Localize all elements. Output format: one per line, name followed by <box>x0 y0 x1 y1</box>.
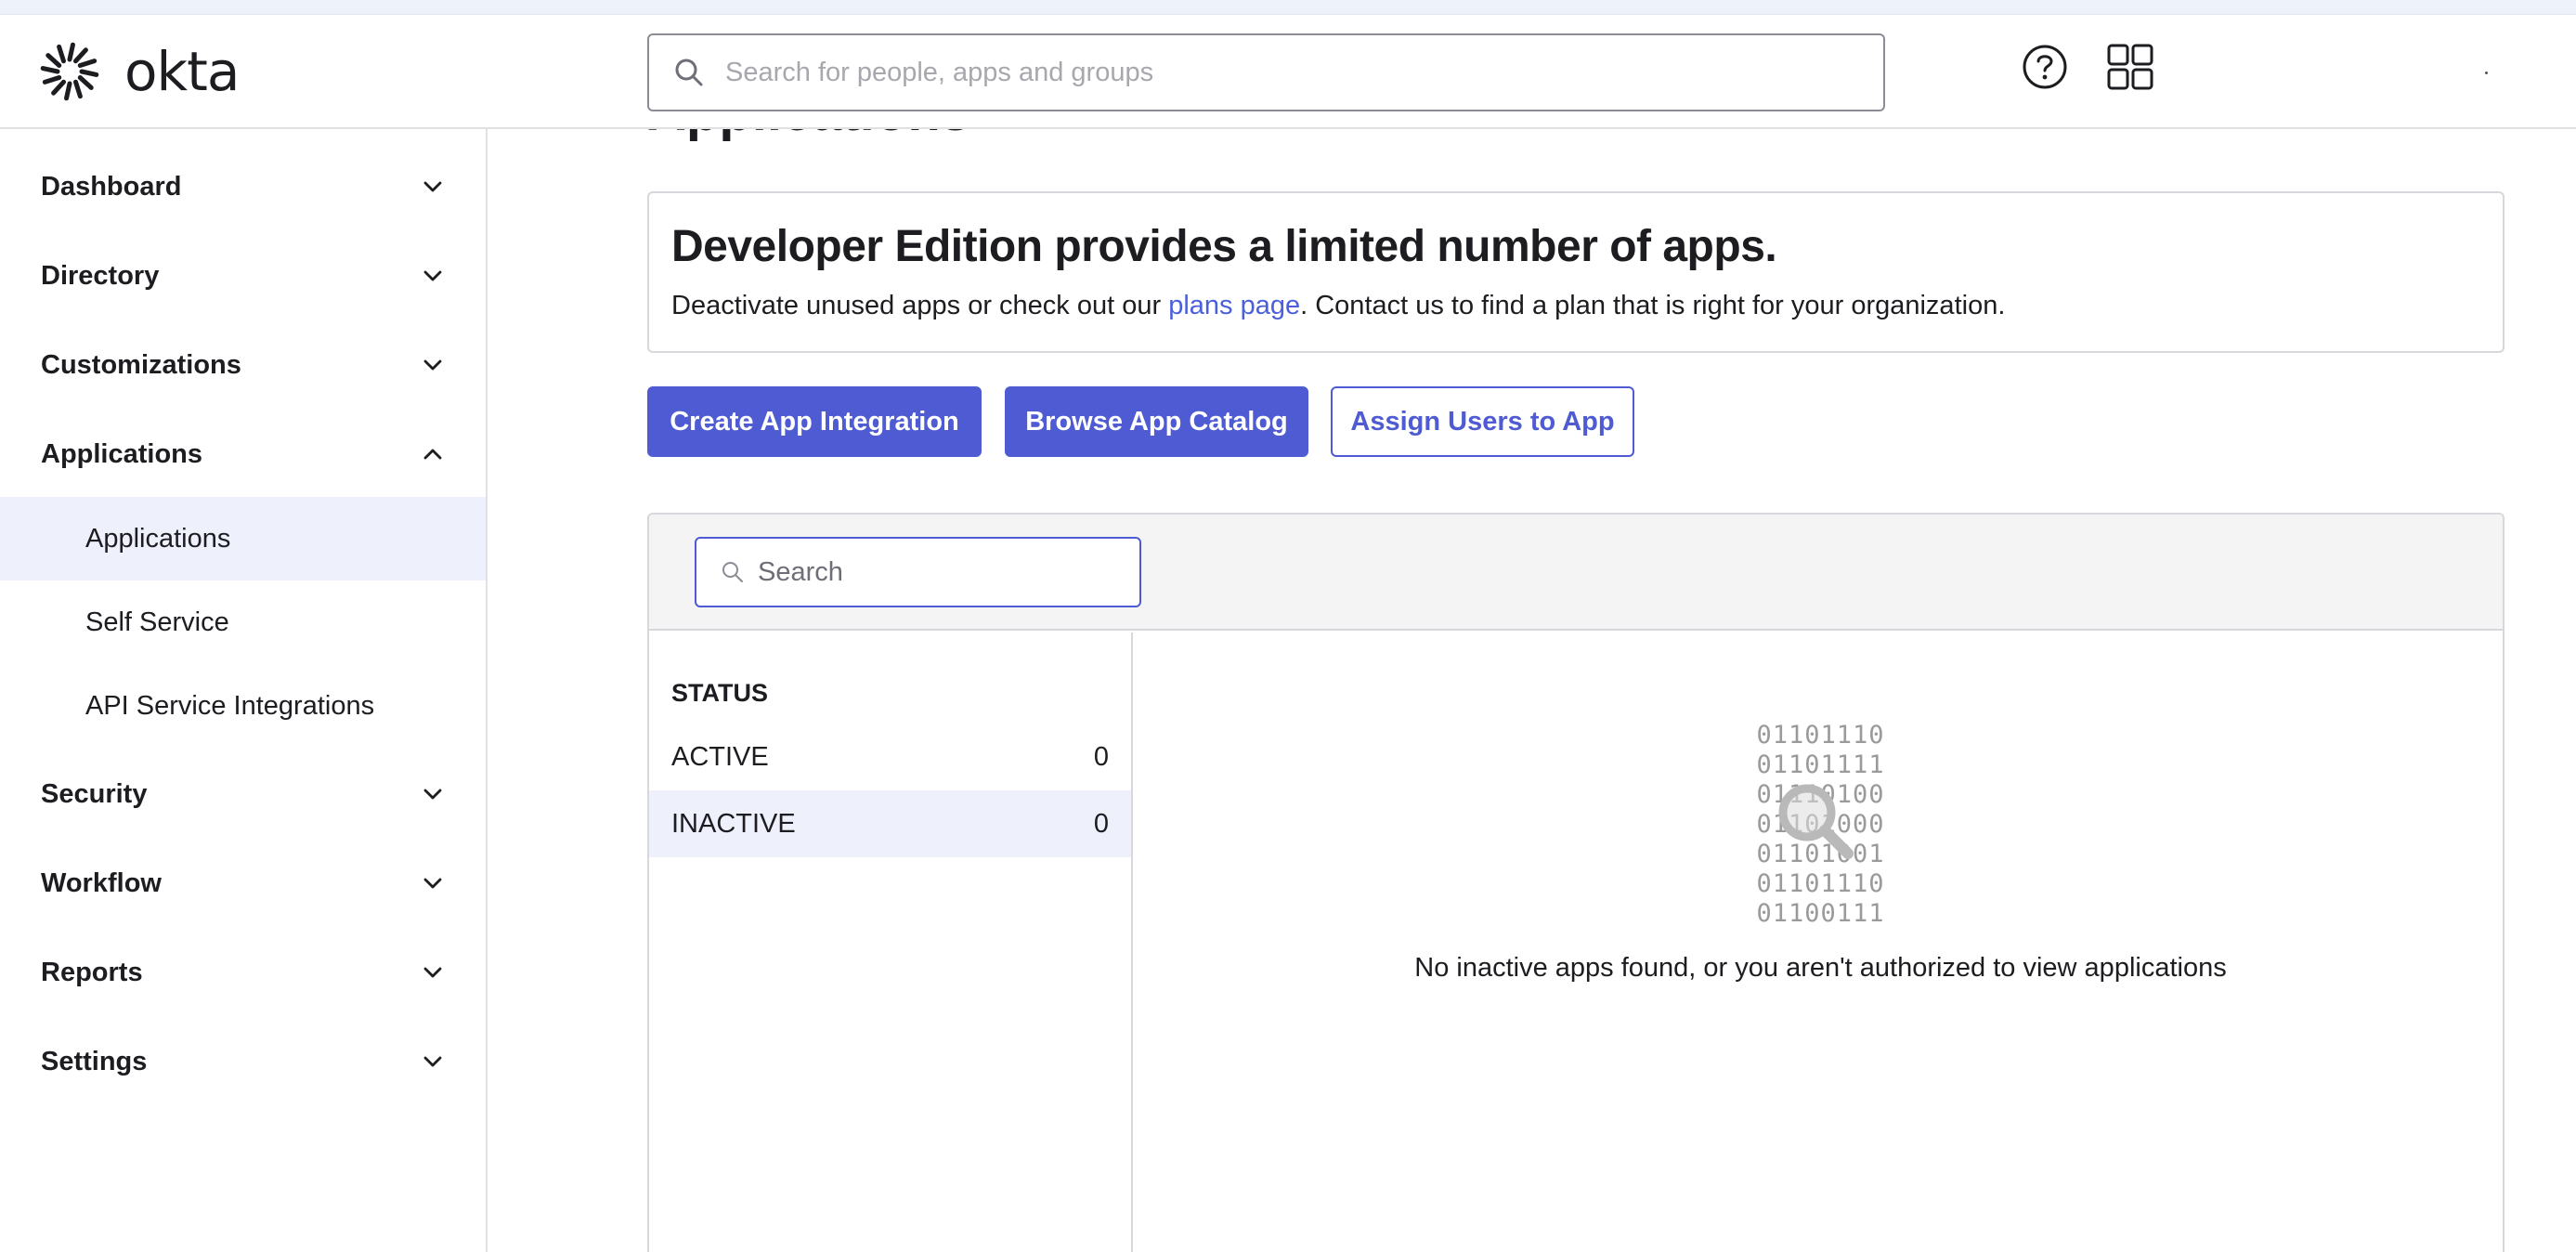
sidebar-subitem-api-service-integrations[interactable]: API Service Integrations <box>0 664 486 748</box>
banner-text-after: . Contact us to find a plan that is righ… <box>1300 291 2006 320</box>
binary-line: 01100111 <box>1756 899 1885 928</box>
filter-count: 0 <box>1093 808 1109 839</box>
panel-toolbar <box>649 515 2503 631</box>
sidebar-subitem-applications[interactable]: Applications <box>0 497 486 580</box>
filter-label: INACTIVE <box>671 808 796 839</box>
search-icon <box>675 59 703 86</box>
browse-app-catalog-button[interactable]: Browse App Catalog <box>1005 386 1308 457</box>
create-app-integration-button[interactable]: Create App Integration <box>647 386 982 457</box>
apps-search-box[interactable] <box>695 537 1141 607</box>
assign-users-to-app-button[interactable]: Assign Users to App <box>1331 386 1634 457</box>
sidebar-item-customizations[interactable]: Customizations <box>0 320 486 410</box>
sidebar-subitem-label: Applications <box>85 523 231 554</box>
sidebar-item-label: Settings <box>41 1046 148 1076</box>
sidebar-item-label: Applications <box>41 438 203 469</box>
chevron-up-icon <box>423 449 442 460</box>
chevron-down-icon <box>423 181 442 192</box>
global-search-box[interactable] <box>647 33 1885 111</box>
global-search-input[interactable] <box>725 57 1840 88</box>
empty-state-message: No inactive apps found, or you aren't au… <box>1414 953 2227 983</box>
sidebar-item-label: Security <box>41 778 148 809</box>
filter-label: ACTIVE <box>671 741 769 772</box>
sidebar-item-label: Customizations <box>41 349 241 380</box>
chevron-down-icon <box>423 1056 442 1067</box>
main-content: Applications Developer Edition provides … <box>489 129 2576 1252</box>
app-grid-icon[interactable] <box>2102 39 2158 95</box>
banner-text-before: Deactivate unused apps or check out our <box>671 291 1169 320</box>
magnifier-icon <box>1778 784 1854 859</box>
chevron-down-icon <box>423 878 442 889</box>
okta-logo[interactable]: okta <box>39 40 240 103</box>
status-heading: STATUS <box>671 679 768 707</box>
sidebar-item-directory[interactable]: Directory <box>0 231 486 320</box>
top-header: okta <box>0 15 2576 129</box>
okta-logo-icon <box>40 42 99 101</box>
chevron-down-icon <box>423 789 442 800</box>
search-icon <box>722 562 743 582</box>
sidebar-subitem-self-service[interactable]: Self Service <box>0 580 486 664</box>
chevron-down-icon <box>423 359 442 371</box>
sidebar-subitem-label: API Service Integrations <box>85 690 375 721</box>
sidebar-item-label: Directory <box>41 260 160 291</box>
sidebar-item-label: Dashboard <box>41 171 182 202</box>
developer-edition-banner: Developer Edition provides a limited num… <box>647 191 2504 353</box>
sidebar-item-workflow[interactable]: Workflow <box>0 839 486 928</box>
binary-line: 01101110 <box>1756 721 1885 750</box>
sidebar-item-label: Workflow <box>41 867 162 898</box>
filter-count: 0 <box>1093 741 1109 772</box>
logo-text: okta <box>124 40 240 103</box>
sidebar-item-settings[interactable]: Settings <box>0 1017 486 1106</box>
sidebar-item-dashboard[interactable]: Dashboard <box>0 142 486 231</box>
applications-panel: STATUS ACTIVE 0 INACTIVE 0 01101110 0110… <box>647 513 2504 1252</box>
sidebar: Dashboard Directory Customizations Appli… <box>0 129 488 1252</box>
filter-inactive[interactable]: INACTIVE 0 <box>649 790 1131 857</box>
plans-page-link[interactable]: plans page <box>1168 291 1300 320</box>
browser-top-strip <box>0 0 2576 15</box>
chevron-down-icon <box>423 270 442 281</box>
banner-text: Deactivate unused apps or check out our … <box>671 291 2005 321</box>
banner-title: Developer Edition provides a limited num… <box>671 222 1777 271</box>
help-icon[interactable] <box>2017 39 2073 95</box>
sidebar-subitem-label: Self Service <box>85 606 229 637</box>
chevron-down-icon <box>423 967 442 978</box>
user-menu[interactable] <box>2485 72 2488 74</box>
sidebar-item-security[interactable]: Security <box>0 750 486 839</box>
sidebar-item-label: Reports <box>41 957 143 987</box>
filter-active[interactable]: ACTIVE 0 <box>649 724 1131 790</box>
sidebar-item-reports[interactable]: Reports <box>0 928 486 1017</box>
apps-search-input[interactable] <box>758 556 1129 588</box>
page-title: Applications <box>647 129 970 143</box>
status-filter-column: STATUS ACTIVE 0 INACTIVE 0 <box>649 633 1133 1252</box>
sidebar-item-applications[interactable]: Applications <box>0 410 486 499</box>
empty-state: 01101110 01101111 01110100 01101000 0110… <box>1135 633 2503 1252</box>
